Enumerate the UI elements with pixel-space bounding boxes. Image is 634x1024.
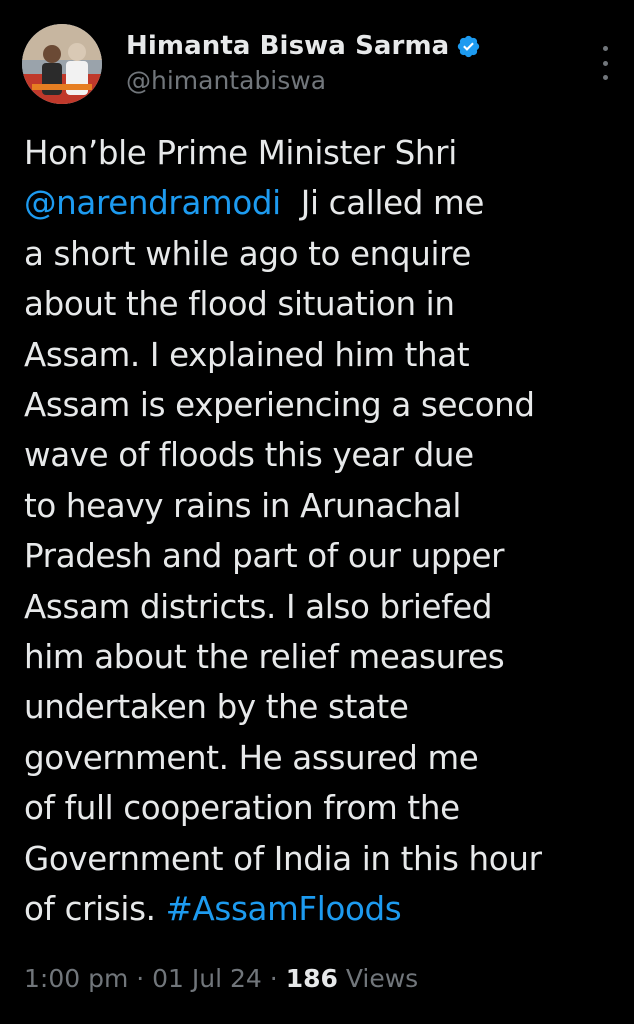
- text-segment: of full cooperation from the: [24, 789, 460, 828]
- meta-separator: ·: [261, 964, 286, 993]
- tweet-line: Assam. I explained him that: [24, 330, 624, 380]
- text-segment: Hon’ble Prime Minister Shri: [24, 134, 457, 172]
- tweet-line: Assam is experiencing a second: [24, 380, 624, 430]
- tweet-line: to heavy rains in Arunachal: [24, 481, 624, 531]
- more-dot: [602, 75, 608, 80]
- tweet-line: about the flood situation in: [24, 279, 624, 329]
- views-count[interactable]: 186: [286, 964, 338, 993]
- tweet-line: him about the relief measures: [24, 632, 624, 682]
- text-segment: government. He assured me: [24, 738, 479, 777]
- text-segment: a short while ago to enquire: [24, 234, 472, 273]
- tweet-line: Assam districts. I also briefed: [24, 582, 624, 632]
- text-segment: to heavy rains in Arunachal: [24, 486, 462, 525]
- more-vertical-icon[interactable]: [598, 46, 612, 80]
- tweet-line: of crisis. #AssamFloods: [24, 884, 624, 934]
- text-segment: of crisis.: [24, 890, 166, 929]
- tweet-line: Government of India in this hour: [24, 834, 624, 884]
- text-segment: Assam districts. I also briefed: [24, 587, 493, 626]
- meta-separator: ·: [128, 964, 153, 993]
- text-segment: about the flood situation in: [24, 285, 455, 324]
- tweet-header: Himanta Biswa Sarma @himantabiswa: [22, 24, 612, 108]
- verified-badge-icon[interactable]: [456, 34, 481, 59]
- author-names: Himanta Biswa Sarma @himantabiswa: [126, 28, 481, 95]
- handle[interactable]: @himantabiswa: [126, 66, 481, 95]
- tweet-line: undertaken by the state: [24, 682, 624, 732]
- text-segment: wave of floods this year due: [24, 436, 474, 475]
- text-segment: Pradesh and part of our upper: [24, 537, 505, 576]
- display-name[interactable]: Himanta Biswa Sarma: [126, 31, 449, 61]
- more-dot: [602, 60, 608, 66]
- tweet-line: a short while ago to enquire: [24, 229, 624, 279]
- avatar[interactable]: [22, 24, 102, 104]
- tweet-line: @narendramodi Ji called me: [24, 178, 624, 228]
- tweet-line: government. He assured me: [24, 733, 624, 783]
- text-segment: Assam is experiencing a second: [24, 386, 535, 425]
- more-dot: [602, 46, 608, 51]
- mention-link[interactable]: @narendramodi: [24, 184, 281, 222]
- tweet-line: of full cooperation from the: [24, 783, 624, 833]
- name-row: Himanta Biswa Sarma: [126, 28, 481, 64]
- tweet-meta: 1:00 pm · 01 Jul 24 · 186 Views: [24, 964, 418, 993]
- post-time[interactable]: 1:00 pm: [24, 964, 128, 993]
- hashtag-link[interactable]: #AssamFloods: [166, 890, 402, 928]
- text-segment: undertaken by the state: [24, 688, 409, 727]
- tweet-line: wave of floods this year due: [24, 430, 624, 480]
- text-segment: Ji called me: [280, 184, 485, 223]
- tweet-line: Pradesh and part of our upper: [24, 531, 624, 581]
- tweet-text: Hon’ble Prime Minister Shri @narendramodi…: [24, 128, 624, 935]
- text-segment: Government of India in this hour: [24, 839, 542, 878]
- text-segment: him about the relief measures: [24, 638, 505, 677]
- post-date[interactable]: 01 Jul 24: [152, 964, 262, 993]
- text-segment: Assam. I explained him that: [24, 335, 470, 374]
- views-label: Views: [337, 964, 419, 993]
- tweet: Himanta Biswa Sarma @himantabiswa Hon’bl…: [0, 0, 634, 1024]
- tweet-line: Hon’ble Prime Minister Shri: [24, 128, 624, 178]
